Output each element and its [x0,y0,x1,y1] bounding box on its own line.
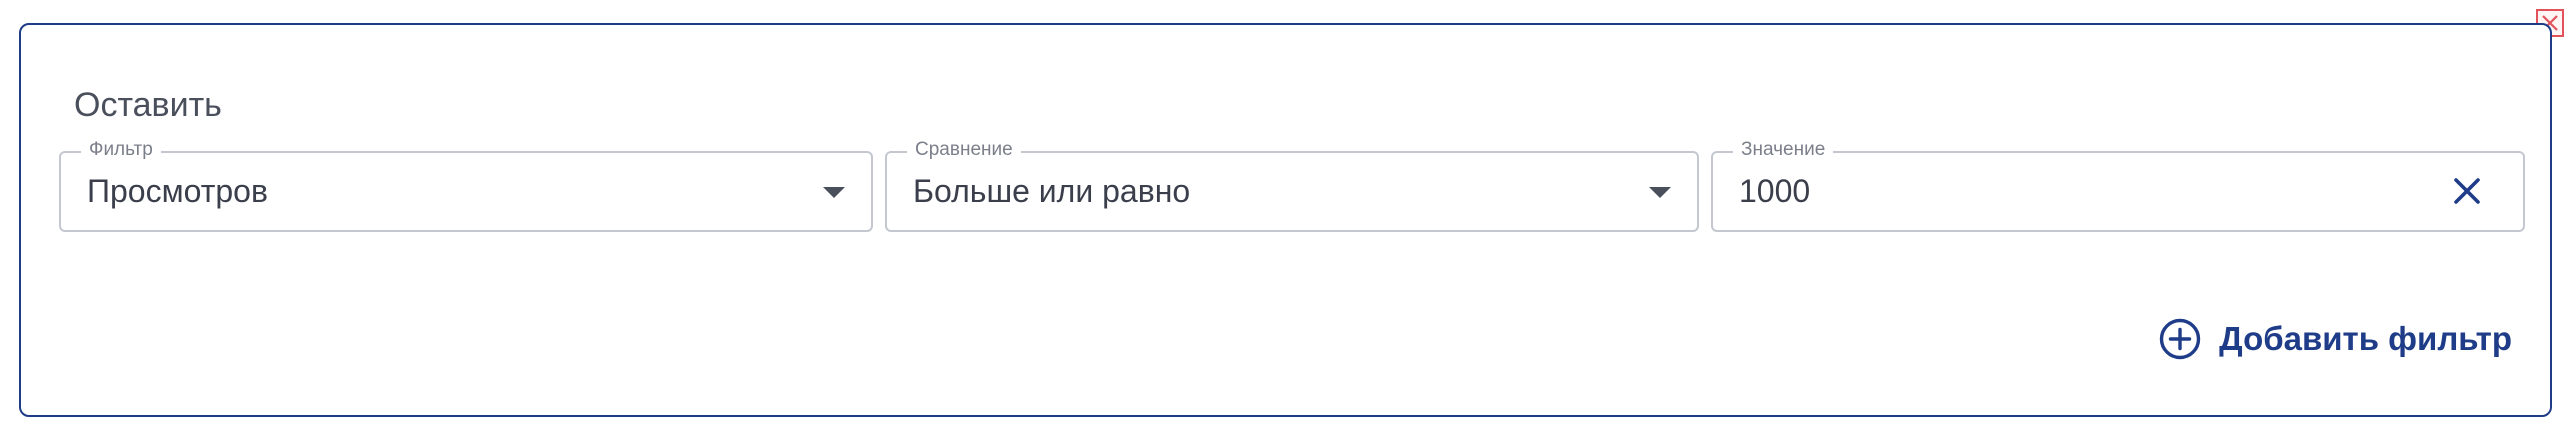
filter-select[interactable]: Фильтр Просмотров [59,137,873,232]
comparison-select-value: Больше или равно [913,173,1191,209]
comparison-select[interactable]: Сравнение Больше или равно [885,137,1699,232]
add-filter-button[interactable]: Добавить фильтр [2159,318,2512,360]
filter-select-value: Просмотров [87,173,268,209]
chevron-down-icon [823,187,845,198]
value-field[interactable]: Значение 1000 [1711,137,2525,232]
plus-circle-icon [2159,318,2201,360]
value-input[interactable]: 1000 [1739,153,1810,230]
chevron-down-icon [1649,187,1671,198]
panel-title: Оставить [74,86,222,124]
close-icon [2454,178,2480,204]
add-filter-label: Добавить фильтр [2219,320,2512,357]
clear-value-button[interactable] [2451,175,2483,207]
